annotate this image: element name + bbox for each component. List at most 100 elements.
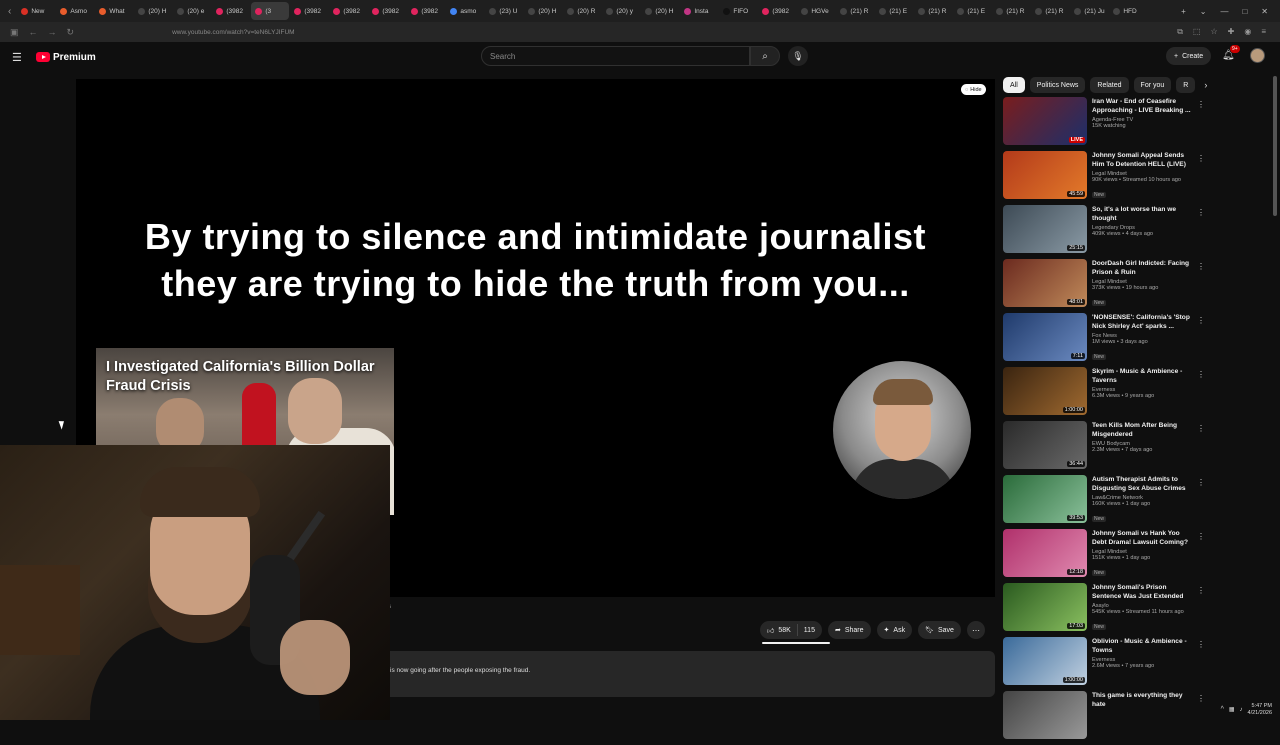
browser-tab[interactable]: HFD	[1109, 2, 1147, 20]
search-icon[interactable]: ⌕	[750, 46, 780, 66]
avatar[interactable]	[1250, 48, 1265, 63]
network-icon[interactable]: ▦	[1229, 706, 1235, 713]
browser-tab[interactable]: (21) E	[953, 2, 991, 20]
minimize-icon[interactable]: —	[1220, 7, 1228, 16]
video-thumbnail[interactable]: 1:00:00	[1003, 637, 1087, 685]
video-options-icon[interactable]: ⋮	[1197, 316, 1205, 325]
maximize-icon[interactable]: □	[1242, 7, 1247, 16]
browser-tab[interactable]: (3	[251, 2, 290, 20]
browser-tab[interactable]: (21) R	[914, 2, 952, 20]
video-thumbnail[interactable]	[1003, 691, 1087, 739]
hamburger-menu-icon[interactable]: ☰	[12, 51, 30, 64]
list-item[interactable]: 25:15 So, it's a lot worse than we though…	[1003, 205, 1208, 259]
browser-tab[interactable]: (3982	[368, 2, 406, 20]
video-options-icon[interactable]: ⋮	[1197, 370, 1205, 379]
share-button[interactable]: ➦ Share	[827, 621, 871, 639]
browser-tab[interactable]: FIFO	[719, 2, 757, 20]
video-title[interactable]: This game is everything they hate	[1092, 691, 1196, 709]
list-item[interactable]: 39:53 Autism Therapist Admits to Disgusti…	[1003, 475, 1208, 529]
list-item[interactable]: 1:00:00 Oblivion - Music & Ambience - Tow…	[1003, 637, 1208, 691]
video-title[interactable]: Oblivion - Music & Ambience - Towns	[1092, 637, 1196, 655]
close-window-icon[interactable]: ✕	[1261, 7, 1268, 16]
video-options-icon[interactable]: ⋮	[1197, 586, 1205, 595]
video-title[interactable]: Teen Kills Mom After Being Misgendered	[1092, 421, 1196, 439]
more-actions-icon[interactable]: ⋯	[966, 621, 985, 639]
browser-tab[interactable]: (3982	[329, 2, 367, 20]
browser-tab[interactable]: (21) R	[992, 2, 1030, 20]
tab-search-icon[interactable]: ⌄	[1200, 7, 1207, 16]
video-title[interactable]: Johnny Somali vs Hank Yoo Debt Drama! La…	[1092, 529, 1196, 547]
create-button[interactable]: + Create	[1166, 47, 1212, 65]
microphone-icon[interactable]: 🎙︎	[788, 46, 808, 66]
list-item[interactable]: 36:44 Teen Kills Mom After Being Misgende…	[1003, 421, 1208, 475]
volume-icon[interactable]: ♪	[1240, 707, 1243, 713]
browser-tab[interactable]: (20) H	[134, 2, 172, 20]
browser-tab[interactable]: (20) y	[602, 2, 640, 20]
like-button[interactable]: 👍︎ 58K	[760, 624, 798, 636]
screenshot-icon[interactable]: ⧉	[1177, 27, 1183, 37]
video-thumbnail[interactable]: 12:18	[1003, 529, 1087, 577]
video-options-icon[interactable]: ⋮	[1197, 424, 1205, 433]
list-item[interactable]: 7:11 'NONSENSE': California's 'Stop Nick …	[1003, 313, 1208, 367]
browser-tab[interactable]: (3982	[758, 2, 796, 20]
video-options-icon[interactable]: ⋮	[1197, 100, 1205, 109]
back-icon[interactable]: ←	[29, 27, 38, 38]
description-box[interactable]	[380, 651, 995, 697]
video-options-icon[interactable]: ⋮	[1197, 478, 1205, 487]
youtube-logo[interactable]: Premium	[36, 52, 96, 63]
browser-tab[interactable]: (21) R	[836, 2, 874, 20]
browser-tab[interactable]: (21) Ju	[1070, 2, 1108, 20]
video-title[interactable]: 'NONSENSE': California's 'Stop Nick Shir…	[1092, 313, 1196, 331]
browser-tab[interactable]: What	[95, 2, 133, 20]
video-options-icon[interactable]: ⋮	[1197, 208, 1205, 217]
list-item[interactable]: This game is everything they hate ⋮	[1003, 691, 1208, 745]
browser-tab[interactable]: Insta	[680, 2, 718, 20]
filter-chip[interactable]: Politics News	[1029, 77, 1086, 93]
filter-chip[interactable]: Related	[1090, 77, 1129, 93]
list-item[interactable]: 17:03 Johnny Somali's Prison Sentence Was…	[1003, 583, 1208, 637]
extensions-icon[interactable]: ✚	[1228, 27, 1235, 37]
chips-next-icon[interactable]: ›	[1204, 80, 1207, 90]
clock[interactable]: 5:47 PM 4/21/2026	[1248, 703, 1272, 717]
browser-tab[interactable]: (3982	[212, 2, 250, 20]
video-thumbnail[interactable]: 39:53	[1003, 475, 1087, 523]
hide-button[interactable]: ◌ Hide	[961, 84, 986, 95]
video-options-icon[interactable]: ⋮	[1197, 532, 1205, 541]
video-options-icon[interactable]: ⋮	[1197, 694, 1205, 703]
search-input[interactable]: Search	[481, 46, 750, 66]
video-thumbnail[interactable]: 36:44	[1003, 421, 1087, 469]
browser-tab[interactable]: HGVe	[797, 2, 835, 20]
browser-tab[interactable]: (20) e	[173, 2, 211, 20]
video-title[interactable]: Johnny Somali Appeal Sends Him To Detent…	[1092, 151, 1196, 169]
install-icon[interactable]: ⬚	[1193, 27, 1201, 37]
video-thumbnail[interactable]: 48:01	[1003, 259, 1087, 307]
list-item[interactable]: 1:00:00 Skyrim - Music & Ambience - Taver…	[1003, 367, 1208, 421]
url-field[interactable]: www.youtube.com/watch?v=teN6LYJIFUM	[172, 29, 295, 36]
video-thumbnail[interactable]: LIVE	[1003, 97, 1087, 145]
list-item[interactable]: 48:01 DoorDash Girl Indicted: Facing Pris…	[1003, 259, 1208, 313]
bookmark-icon[interactable]: ☆	[1210, 27, 1217, 37]
tray-chevron-icon[interactable]: ^	[1221, 706, 1224, 713]
video-options-icon[interactable]: ⋮	[1197, 154, 1205, 163]
video-options-icon[interactable]: ⋮	[1197, 262, 1205, 271]
sidebar-toggle-icon[interactable]: ▣	[10, 27, 19, 38]
list-item[interactable]: LIVE Iran War - End of Ceasefire Approach…	[1003, 97, 1208, 151]
video-title[interactable]: Skyrim - Music & Ambience - Taverns	[1092, 367, 1196, 385]
browser-tab[interactable]: (3982	[290, 2, 328, 20]
video-title[interactable]: Autism Therapist Admits to Disgusting Se…	[1092, 475, 1196, 493]
video-thumbnail[interactable]: 25:15	[1003, 205, 1087, 253]
browser-tab[interactable]: (20) H	[524, 2, 562, 20]
video-title[interactable]: DoorDash Girl Indicted: Facing Prison & …	[1092, 259, 1196, 277]
browser-tab[interactable]: (3982	[407, 2, 445, 20]
video-title[interactable]: Iran War - End of Ceasefire Approaching …	[1092, 97, 1196, 115]
video-thumbnail[interactable]: 45:59	[1003, 151, 1087, 199]
browser-tab[interactable]: (20) H	[641, 2, 679, 20]
browser-tab[interactable]: (21) R	[1031, 2, 1069, 20]
browser-tab[interactable]: (20) R	[563, 2, 601, 20]
video-options-icon[interactable]: ⋮	[1197, 640, 1205, 649]
filter-chip[interactable]: R	[1176, 77, 1196, 93]
video-thumbnail[interactable]: 1:00:00	[1003, 367, 1087, 415]
video-thumbnail[interactable]: 17:03	[1003, 583, 1087, 631]
browser-tab[interactable]: (21) E	[875, 2, 913, 20]
menu-icon[interactable]: ≡	[1261, 27, 1266, 37]
